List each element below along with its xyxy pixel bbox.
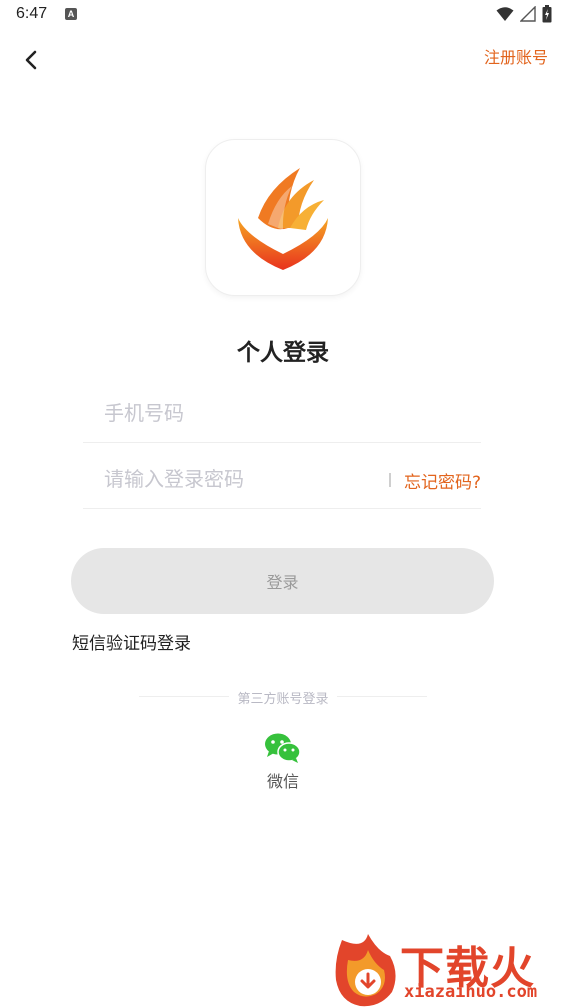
battery-icon bbox=[542, 5, 552, 23]
forgot-password-link[interactable]: 忘记密码? bbox=[404, 468, 481, 493]
wifi-icon bbox=[496, 7, 514, 21]
third-party-login-divider: 第三方账号登录 bbox=[139, 686, 427, 708]
back-button[interactable] bbox=[18, 46, 44, 74]
sms-code-login-link[interactable]: 短信验证码登录 bbox=[72, 629, 191, 654]
wechat-icon bbox=[265, 733, 301, 763]
fire-download-logo-icon bbox=[335, 934, 396, 1007]
divider-line-right bbox=[337, 696, 427, 697]
app-logo bbox=[205, 139, 361, 296]
watermark-url: xiazaihuo.com bbox=[404, 982, 538, 1002]
phone-number-input[interactable] bbox=[83, 383, 481, 443]
watermark: 下载火 xiazaihuo.com bbox=[334, 930, 566, 1008]
wechat-login-button[interactable]: 微信 bbox=[252, 732, 314, 792]
password-input[interactable] bbox=[83, 449, 373, 509]
register-account-link[interactable]: 注册账号 bbox=[484, 44, 548, 68]
third-party-login-label: 第三方账号登录 bbox=[237, 692, 329, 707]
signal-icon bbox=[520, 6, 536, 22]
notification-a-icon: A bbox=[65, 8, 77, 20]
chevron-left-icon bbox=[25, 50, 37, 70]
status-bar: 6:47 A bbox=[0, 0, 566, 30]
wechat-label: 微信 bbox=[266, 772, 299, 791]
status-time: 6:47 bbox=[16, 5, 48, 22]
password-field-row: 忘记密码? bbox=[83, 449, 481, 509]
login-button[interactable]: 登录 bbox=[71, 548, 494, 614]
phone-field-row bbox=[83, 383, 481, 443]
flame-book-logo-icon bbox=[238, 167, 328, 270]
divider bbox=[389, 473, 391, 487]
page-title: 个人登录 bbox=[237, 340, 329, 366]
status-icons bbox=[496, 5, 552, 23]
